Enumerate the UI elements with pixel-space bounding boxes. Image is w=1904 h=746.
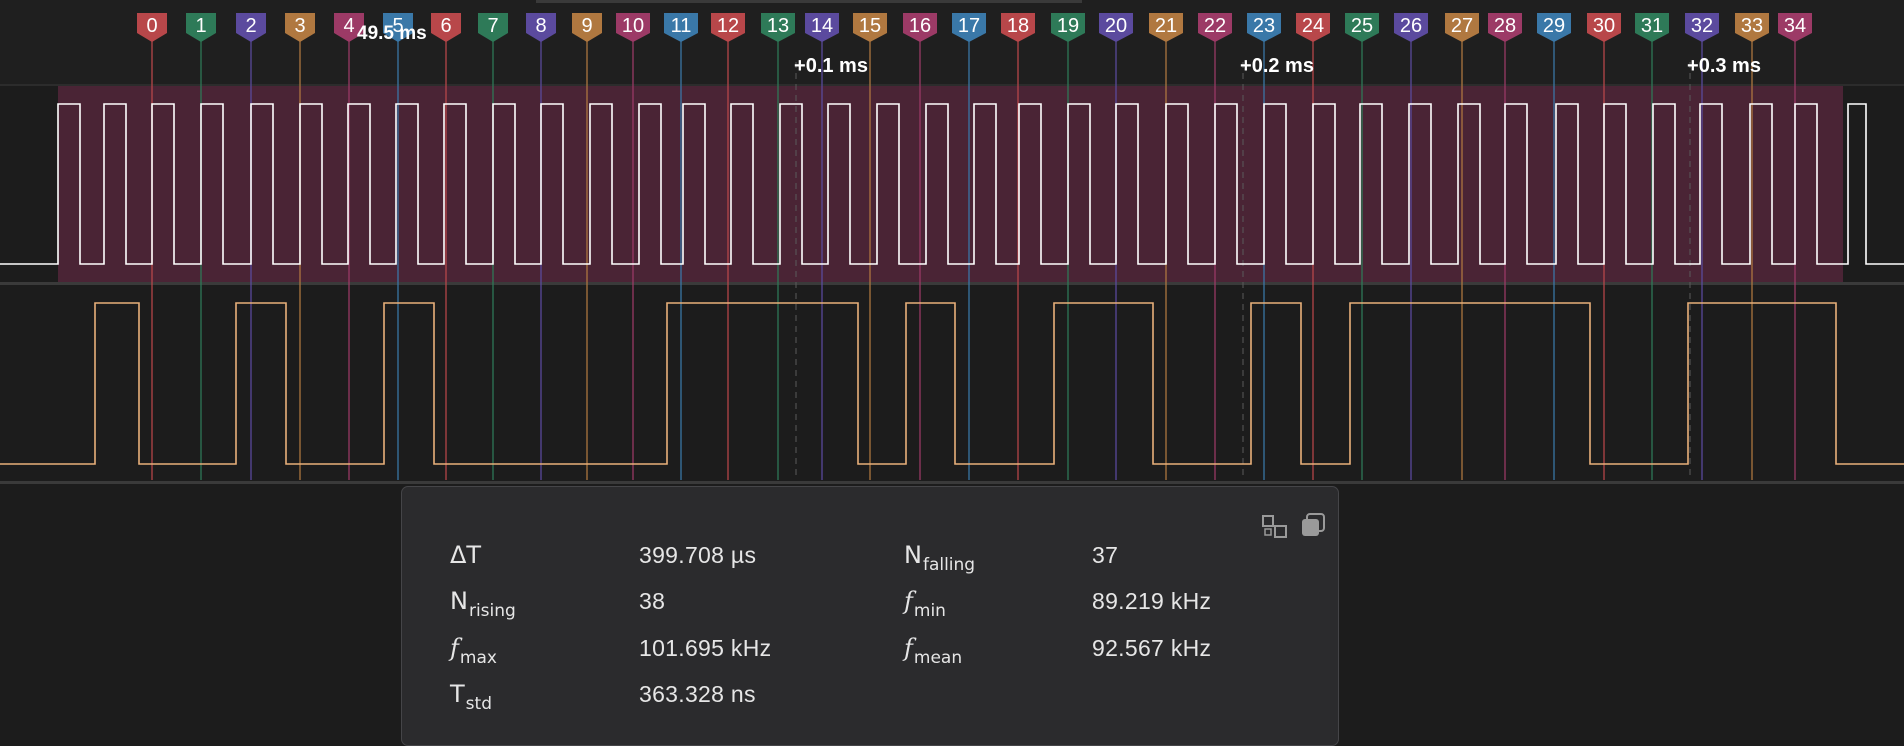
marker-label-24: 24 xyxy=(1302,15,1324,37)
marker-label-28: 28 xyxy=(1494,15,1516,37)
marker-label-30: 30 xyxy=(1593,15,1615,37)
marker-label-29: 29 xyxy=(1543,15,1565,37)
marker-header xyxy=(0,0,1904,84)
marker-label-21: 21 xyxy=(1155,15,1177,37)
marker-label-8: 8 xyxy=(535,15,546,37)
marker-label-31: 31 xyxy=(1641,15,1663,37)
delta-t-label: ΔT xyxy=(450,541,482,569)
t-std-label: Tstd xyxy=(450,680,492,714)
channel-divider-bottom xyxy=(0,481,1904,484)
f-max-label: fmax xyxy=(450,634,497,668)
marker-label-7: 7 xyxy=(487,15,498,37)
f-min-value: 89.219 kHz xyxy=(1092,588,1212,614)
marker-label-26: 26 xyxy=(1400,15,1422,37)
marker-label-2: 2 xyxy=(245,15,256,37)
marker-label-13: 13 xyxy=(767,15,789,37)
n-falling-value: 37 xyxy=(1092,542,1119,568)
time-tick-3: +0.3 ms xyxy=(1687,55,1761,77)
marker-label-34: 34 xyxy=(1784,15,1806,37)
time-tick-1: +0.1 ms xyxy=(794,55,868,77)
marker-label-18: 18 xyxy=(1007,15,1029,37)
channel-1-trace xyxy=(0,302,1904,465)
marker-label-32: 32 xyxy=(1691,15,1713,37)
marker-label-15: 15 xyxy=(859,15,881,37)
f-max-value: 101.695 kHz xyxy=(639,635,772,661)
f-mean-value: 92.567 kHz xyxy=(1092,635,1212,661)
time-cursor-label: 49.5 ms xyxy=(357,23,427,44)
channel-divider xyxy=(0,282,1904,285)
time-tick-2: +0.2 ms xyxy=(1240,55,1314,77)
marker-label-1: 1 xyxy=(195,15,206,37)
copy-icon[interactable] xyxy=(1298,511,1328,541)
marker-label-20: 20 xyxy=(1105,15,1127,37)
marker-label-25: 25 xyxy=(1351,15,1373,37)
marker-label-12: 12 xyxy=(717,15,739,37)
marker-label-10: 10 xyxy=(622,15,644,37)
marker-label-0: 0 xyxy=(146,15,157,37)
n-rising-value: 38 xyxy=(639,588,666,614)
f-min-label: fmin xyxy=(904,587,946,621)
marker-label-4: 4 xyxy=(343,15,354,37)
delta-t-value: 399.708 µs xyxy=(639,542,757,568)
marker-label-3: 3 xyxy=(294,15,305,37)
channel-0-selection[interactable] xyxy=(58,86,1843,282)
header-scroll-indicator[interactable] xyxy=(536,0,1082,3)
n-rising-label: Nrising xyxy=(450,587,516,621)
marker-label-22: 22 xyxy=(1204,15,1226,37)
marker-label-17: 17 xyxy=(958,15,980,37)
f-mean-label: fmean xyxy=(904,634,963,668)
marker-label-16: 16 xyxy=(909,15,931,37)
n-falling-label: Nfalling xyxy=(904,541,976,575)
marker-label-27: 27 xyxy=(1451,15,1473,37)
marker-label-19: 19 xyxy=(1057,15,1079,37)
layout-icon[interactable] xyxy=(1260,511,1290,541)
marker-label-23: 23 xyxy=(1253,15,1275,37)
marker-label-6: 6 xyxy=(440,15,451,37)
marker-label-9: 9 xyxy=(581,15,592,37)
measurement-panel: ΔT 399.708 µs Nfalling 37 Nrising 38 fmi… xyxy=(401,486,1339,746)
t-std-value: 363.328 ns xyxy=(639,681,756,707)
marker-label-33: 33 xyxy=(1741,15,1763,37)
waveform-view[interactable]: 0 1 2 3 4 5 6 7 8 9 10 11 12 13 14 15 16 17 18 19 20 21 22 23 24… xyxy=(0,0,1904,490)
marker-label-14: 14 xyxy=(811,15,833,37)
marker-label-11: 11 xyxy=(671,15,692,37)
